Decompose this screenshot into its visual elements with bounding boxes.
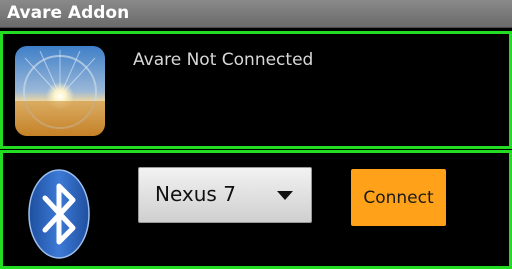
- connect-panel: Nexus 7 Connect: [0, 150, 512, 269]
- selected-device: Nexus 7: [155, 182, 236, 206]
- connection-status: Avare Not Connected: [133, 50, 314, 70]
- bluetooth-icon: [27, 168, 91, 260]
- status-panel: Avare Not Connected: [0, 31, 512, 149]
- title-bar: Avare Addon: [0, 0, 512, 28]
- device-select[interactable]: Nexus 7: [138, 167, 312, 223]
- avare-app-icon: [15, 46, 105, 136]
- dropdown-arrow-icon: [277, 191, 293, 200]
- app-title: Avare Addon: [7, 3, 130, 23]
- connect-button[interactable]: Connect: [351, 169, 446, 226]
